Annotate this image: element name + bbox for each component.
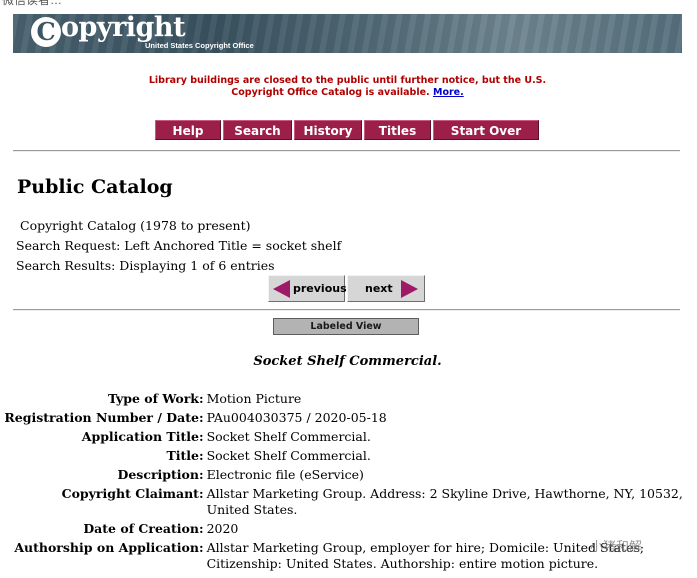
logo-word: opyright (61, 14, 186, 43)
divider-top (13, 150, 680, 152)
table-row: Registration Number / Date: PAu004030375 … (0, 410, 697, 429)
closure-notice: Library buildings are closed to the publ… (13, 75, 682, 99)
right-arrow-icon (401, 280, 418, 298)
nav-bar: Help Search History Titles Start Over (155, 120, 539, 140)
field-value: Socket Shelf Commercial. (206, 448, 371, 463)
more-link[interactable]: More. (433, 87, 464, 98)
previous-button[interactable]: previous (268, 275, 347, 302)
history-button[interactable]: History (294, 120, 362, 140)
table-row: Title: Socket Shelf Commercial. (0, 448, 697, 467)
top-cut-text: 微信读者… (2, 0, 63, 7)
table-row: Type of Work: Motion Picture (0, 391, 697, 410)
field-label: Description: (117, 467, 204, 482)
titles-button[interactable]: Titles (364, 120, 431, 140)
field-value: Electronic file (eService) (206, 467, 364, 482)
notice-line-1: Library buildings are closed to the publ… (148, 75, 547, 86)
field-label: Title: (166, 448, 204, 463)
logo-subtitle: United States Copyright Office (145, 41, 254, 50)
field-label: Date of Creation: (83, 521, 204, 536)
record-title: Socket Shelf Commercial. (253, 354, 442, 369)
copyright-logo-icon: C (31, 17, 61, 47)
page-title: Public Catalog (17, 176, 173, 198)
field-label: Application Title: (81, 429, 204, 444)
watermark: 小猪和解 (590, 540, 643, 555)
field-value: Socket Shelf Commercial. (206, 429, 371, 444)
field-label: Type of Work: (108, 391, 204, 406)
field-value: PAu004030375 / 2020-05-18 (206, 410, 387, 425)
next-label: next (365, 282, 393, 295)
search-request: Search Request: Left Anchored Title = so… (16, 238, 342, 253)
field-value: Motion Picture (206, 391, 302, 406)
table-row: Application Title: Socket Shelf Commercia… (0, 429, 697, 448)
field-label: Registration Number / Date: (4, 410, 204, 425)
field-value: Allstar Marketing Group. Address: 2 Skyl… (206, 486, 683, 517)
search-button[interactable]: Search (223, 120, 292, 140)
labeled-view-button[interactable]: Labeled View (273, 318, 419, 335)
table-row: Copyright Claimant: Allstar Marketing Gro… (0, 486, 697, 521)
start-over-button[interactable]: Start Over (433, 120, 539, 140)
notice-line-2-text: Copyright Office Catalog is available. (231, 87, 430, 98)
search-results: Search Results: Displaying 1 of 6 entrie… (16, 258, 275, 273)
notice-line-2: Copyright Office Catalog is available. M… (13, 87, 682, 99)
help-button[interactable]: Help (155, 120, 221, 140)
copyright-banner[interactable]: C opyright United States Copyright Offic… (13, 14, 682, 53)
catalog-line: Copyright Catalog (1978 to present) (20, 218, 251, 233)
divider-mid (13, 309, 680, 311)
left-arrow-icon (273, 280, 290, 298)
next-button[interactable]: next (347, 275, 425, 302)
previous-label: previous (293, 282, 347, 295)
field-label: Authorship on Application: (14, 540, 204, 555)
field-label: Copyright Claimant: (61, 486, 204, 501)
table-row: Description: Electronic file (eService) (0, 467, 697, 486)
